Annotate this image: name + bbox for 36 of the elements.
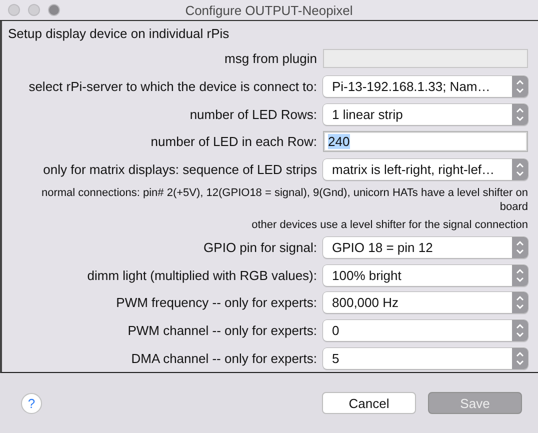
input-field[interactable]: 240 [323, 131, 528, 152]
field-label: msg from plugin [224, 51, 317, 66]
help-button[interactable]: ? [21, 392, 42, 414]
field-label: PWM frequency -- only for experts: [115, 295, 317, 310]
stepper-icon [512, 76, 528, 98]
dropdown[interactable]: 0 [323, 320, 528, 341]
dropdown[interactable]: matrix is left-right, right-lef… [323, 159, 528, 180]
field-label: only for matrix displays: sequence of LED strips [42, 162, 317, 178]
stepper-icon [512, 264, 528, 286]
dropdown[interactable]: Pi-13-192.168.1.33; Nam… [323, 76, 528, 98]
info-note: normal connections: pin# 2(+5V), 12(GPIO18 = signal), 9(Gnd), unicorn HATs have a level shifter on board [40, 186, 528, 215]
field-label: PWM channel -- only for experts: [126, 322, 317, 338]
dropdown[interactable]: 800,000 Hz [323, 292, 528, 314]
close-icon[interactable] [8, 4, 20, 16]
field-label: DMA channel -- only for experts: [130, 350, 317, 366]
cancel-button[interactable]: Cancel [322, 392, 416, 414]
field-label: number of LED Rows: [188, 106, 317, 122]
field-label: GPIO pin for signal: [202, 240, 317, 255]
stepper-icon [512, 104, 528, 125]
field-label: dimm light (multiplied with RGB values): [86, 268, 317, 283]
dropdown[interactable]: 5 [323, 348, 528, 369]
stepper-icon [512, 159, 528, 180]
dropdown[interactable]: 1 linear strip [323, 104, 528, 125]
field-label: select rPi-server to which the device is connect to: [28, 79, 317, 94]
stepper-icon [512, 292, 528, 314]
field-label: number of LED in each Row: [150, 134, 317, 150]
zoom-icon[interactable] [48, 4, 60, 16]
dropdown[interactable]: GPIO 18 = pin 12 [323, 236, 528, 258]
section-heading: Setup display device on individual rPis [8, 26, 230, 41]
window-title: Configure OUTPUT-Neopixel [185, 2, 353, 18]
dropdown[interactable]: 100% bright [323, 264, 528, 286]
stepper-icon [512, 320, 528, 341]
stepper-icon [512, 348, 528, 369]
info-note: other devices use a level shifter for the signal connection [250, 218, 528, 233]
minimize-icon[interactable] [28, 4, 40, 16]
stepper-icon [512, 236, 528, 258]
